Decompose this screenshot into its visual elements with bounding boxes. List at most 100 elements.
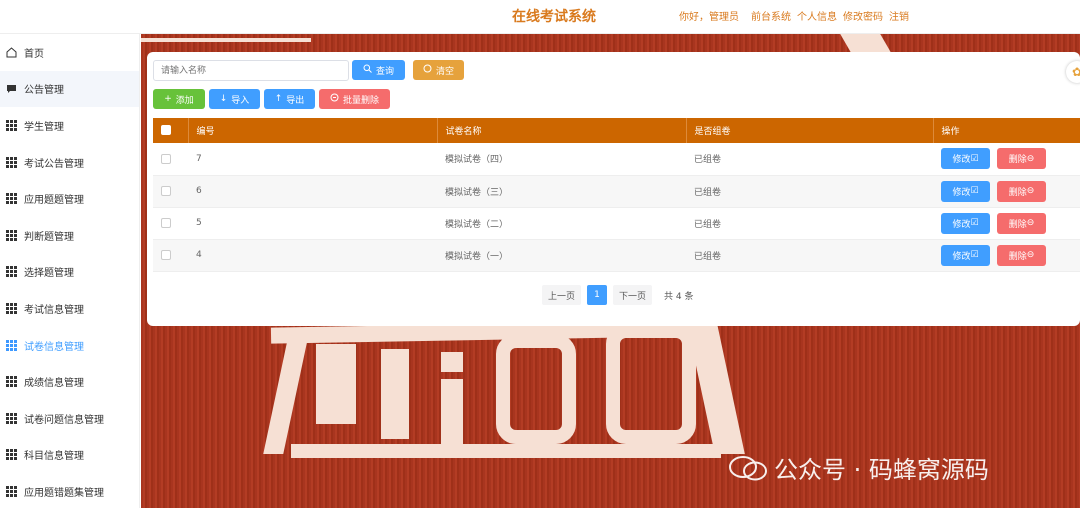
grid-icon (6, 229, 17, 241)
chat-icon (6, 83, 17, 94)
cell-name: 模拟试卷（四） (445, 155, 509, 166)
export-button[interactable]: ↑ 导出 (264, 89, 315, 109)
circle-close-icon (330, 93, 339, 105)
query-button[interactable]: 查询 (352, 60, 405, 80)
batch-delete-button-label: 批量删除 (342, 95, 379, 106)
sidebar-item-label: 科目信息管理 (24, 451, 84, 463)
query-button-label: 查询 (375, 66, 394, 77)
edit-button[interactable]: 修改 ☑ (941, 244, 990, 266)
cell-status: 已组卷 (694, 155, 722, 166)
sidebar-item-choice-questions[interactable]: 选择题管理 (0, 254, 139, 291)
cell-actions: 修改 ☑ 删除 ⊖ (933, 239, 1080, 271)
profile-link[interactable]: 个人信息 (797, 8, 837, 23)
cell-actions: 修改 ☑ 删除 ⊖ (933, 175, 1080, 207)
add-button[interactable]: + 添加 (153, 89, 205, 109)
circle-close-icon: ⊖ (1026, 186, 1035, 196)
batch-delete-button[interactable]: 批量删除 (319, 89, 390, 109)
bg-stripe (231, 38, 311, 42)
edit-icon: ☑ (970, 153, 979, 164)
import-button[interactable]: ↓ 导入 (209, 89, 260, 109)
column-header-id: 编号 (188, 118, 438, 143)
search-input[interactable] (153, 60, 349, 81)
delete-button-label: 删除 (1008, 219, 1027, 230)
watermark-text: 公众号 · 码蜂窝源码 (774, 456, 989, 484)
change-password-link[interactable]: 修改密码 (843, 8, 883, 23)
bg-stripe (316, 344, 356, 424)
cell-actions: 修改 ☑ 删除 ⊖ (933, 207, 1080, 239)
delete-button[interactable]: 删除 ⊖ (997, 180, 1046, 202)
plus-icon: + (164, 94, 172, 104)
next-page-button[interactable]: 下一页 (613, 285, 653, 305)
delete-button-label: 删除 (1008, 251, 1027, 262)
edit-icon: ☑ (970, 218, 979, 228)
edit-button[interactable]: 修改 ☑ (941, 148, 990, 170)
table-row: 7 模拟试卷（四） 已组卷 修改 ☑ 删除 ⊖ (153, 143, 1080, 175)
logout-link[interactable]: 注销 (889, 8, 909, 23)
app-title: 在线考试系统 (512, 9, 596, 25)
row-checkbox[interactable] (161, 185, 171, 196)
row-checkbox[interactable] (161, 249, 171, 260)
sidebar-item-subject-info[interactable]: 科目信息管理 (0, 437, 139, 474)
row-select-cell (153, 143, 188, 175)
bg-stripe (840, 34, 892, 54)
search-icon (363, 64, 372, 76)
circle-close-icon: ⊖ (1026, 153, 1035, 164)
cell-status: 已组卷 (694, 251, 722, 262)
sidebar-item-paper-question-info[interactable]: 试卷问题信息管理 (0, 400, 139, 437)
top-header: 在线考试系统 你好，管理员 前台系统 个人信息 修改密码 注销 (0, 0, 1080, 34)
greeting-text: 你好，管理员 (679, 12, 739, 23)
row-checkbox[interactable] (161, 153, 171, 164)
grid-icon (6, 119, 17, 131)
sidebar-item-wrong-answers[interactable]: 应用题错题集管理 (0, 473, 139, 508)
paper-table: 编号 试卷名称 是否组卷 操作 7 模拟试卷（四） 已组卷 修改 ☑ 删除 ⊖ 6 模… (153, 118, 1080, 272)
clear-button[interactable]: 清空 (413, 60, 464, 80)
edit-button-label: 修改 (952, 219, 971, 230)
grid-icon (6, 156, 17, 168)
sidebar-item-home[interactable]: 首页 (0, 34, 139, 71)
sidebar-item-label: 判断题管理 (24, 231, 74, 243)
grid-icon (6, 376, 17, 388)
current-page-button[interactable]: 1 (587, 285, 608, 305)
column-header-name: 试卷名称 (437, 118, 687, 143)
edit-button[interactable]: 修改 ☑ (941, 180, 990, 202)
row-checkbox[interactable] (161, 217, 171, 228)
edit-icon: ☑ (970, 186, 979, 196)
select-all-checkbox[interactable] (161, 125, 171, 136)
column-header-actions: 操作 (941, 127, 960, 137)
clear-icon (423, 64, 432, 76)
grid-icon (6, 339, 17, 351)
delete-button[interactable]: 删除 ⊖ (997, 212, 1046, 234)
sidebar-item-exam-announcements[interactable]: 考试公告管理 (0, 144, 139, 181)
cell-actions: 修改 ☑ 删除 ⊖ (933, 143, 1080, 175)
row-select-cell (153, 239, 188, 271)
grid-icon (6, 266, 17, 278)
prev-page-button[interactable]: 上一页 (542, 285, 582, 305)
sidebar-item-score-info[interactable]: 成绩信息管理 (0, 363, 139, 400)
total-count: 共 4 条 (664, 291, 694, 302)
delete-button[interactable]: 删除 ⊖ (997, 244, 1046, 266)
import-button-label: 导入 (231, 95, 250, 106)
delete-button[interactable]: 删除 ⊖ (997, 148, 1046, 170)
cell-id: 6 (196, 186, 202, 196)
edit-button-label: 修改 (952, 155, 971, 166)
sidebar-item-announcements[interactable]: 公告管理 (0, 70, 139, 108)
sidebar-item-label: 试卷问题信息管理 (24, 414, 104, 426)
main-panel: 查询 清空 + 添加 ↓ 导入 ↑ 导出 批量删除 (147, 52, 1080, 326)
sidebar-item-paper-info[interactable]: 试卷信息管理 (0, 327, 139, 364)
edit-button-label: 修改 (952, 251, 971, 262)
sidebar-item-application-questions[interactable]: 应用题题管理 (0, 180, 139, 217)
cell-name: 模拟试卷（二） (445, 219, 509, 230)
bg-ring (496, 334, 576, 444)
bg-stripe (291, 444, 721, 458)
sidebar-item-label: 应用题题管理 (24, 195, 84, 207)
sidebar-item-students[interactable]: 学生管理 (0, 107, 139, 144)
frontend-link[interactable]: 前台系统 (751, 8, 791, 23)
sidebar-item-label: 考试信息管理 (24, 304, 84, 316)
edit-button[interactable]: 修改 ☑ (941, 212, 990, 234)
sidebar-item-exam-info[interactable]: 考试信息管理 (0, 290, 139, 327)
sidebar: 首页 公告管理 学生管理 考试公告管理 应用题题管理 判断题管理 选择题管理 考… (0, 34, 140, 508)
cell-id: 5 (196, 218, 202, 228)
edit-icon: ☑ (970, 250, 979, 260)
sidebar-item-true-false-questions[interactable]: 判断题管理 (0, 217, 139, 254)
sidebar-item-label: 成绩信息管理 (24, 378, 84, 390)
